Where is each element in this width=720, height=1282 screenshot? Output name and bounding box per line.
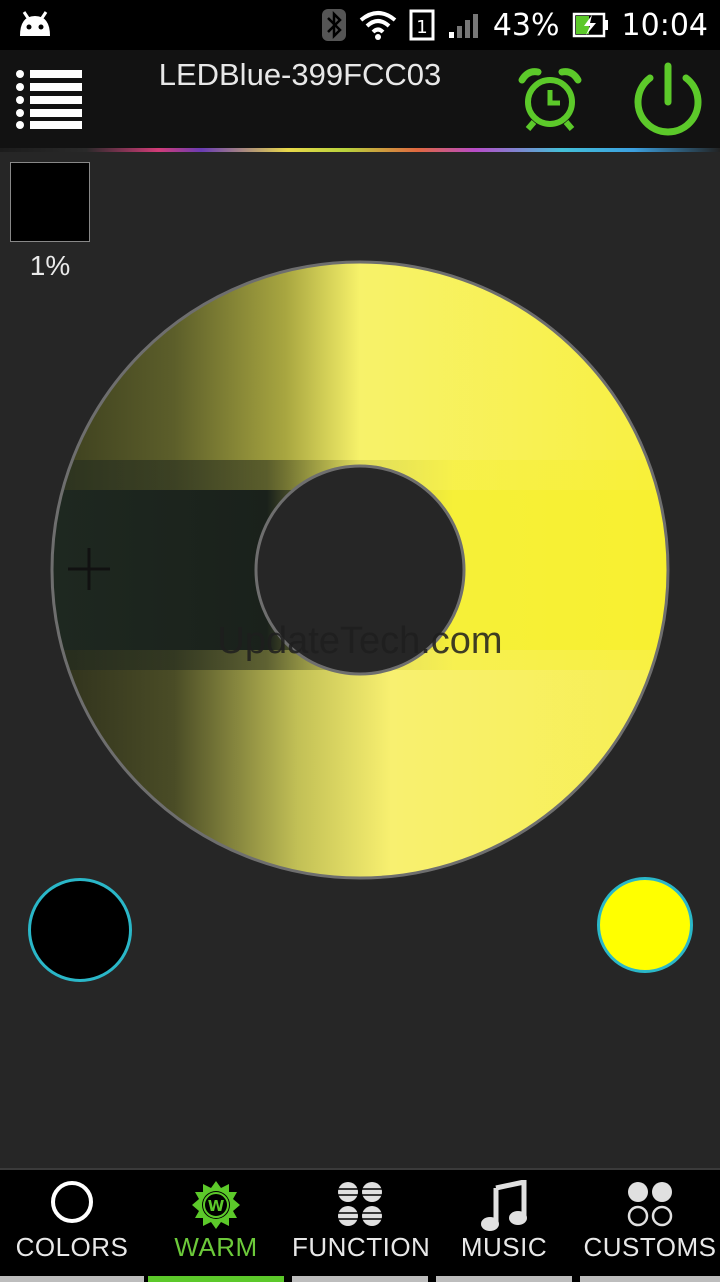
circle-outline-icon xyxy=(51,1181,93,1223)
tab-label: FUNCTION xyxy=(292,1232,431,1262)
warm-white-preset-button[interactable] xyxy=(597,877,693,973)
warm-color-wheel[interactable] xyxy=(50,260,670,880)
power-button-icon[interactable] xyxy=(630,62,706,140)
bluetooth-icon xyxy=(321,9,346,41)
tab-indicator xyxy=(0,1276,144,1282)
wheel-selector-crosshair[interactable] xyxy=(68,548,110,590)
customs-circles-icon xyxy=(627,1182,673,1227)
cold-white-preset-button[interactable] xyxy=(28,878,132,982)
device-title: LEDBlue-399FCC03 xyxy=(158,57,442,92)
app-bar: LEDBlue-399FCC03 xyxy=(0,50,720,148)
tab-warm[interactable]: W WARM xyxy=(148,1170,284,1282)
music-note-icon xyxy=(481,1180,527,1231)
color-strip-divider xyxy=(0,148,720,152)
watermark-text: UpdateTech.com xyxy=(217,620,503,662)
tab-indicator xyxy=(148,1276,284,1282)
signal-icon xyxy=(448,14,478,38)
status-bar: 1 43% 10:04 xyxy=(0,0,720,50)
tab-function[interactable]: FUNCTION xyxy=(292,1170,431,1282)
battery-charging-icon xyxy=(572,12,608,38)
tab-indicator xyxy=(580,1276,720,1282)
warm-sun-w-icon: W xyxy=(192,1181,240,1229)
tab-label: WARM xyxy=(174,1232,258,1262)
bottom-tab-bar: COLORS W WARM FUNCTION MUSIC CUSTOMS xyxy=(0,1168,720,1282)
clock: 10:04 xyxy=(621,7,708,43)
tab-label: CUSTOMS xyxy=(583,1232,717,1262)
tab-customs[interactable]: CUSTOMS xyxy=(580,1170,720,1282)
android-icon xyxy=(20,11,50,36)
battery-percent: 43% xyxy=(492,7,560,43)
current-color-swatch xyxy=(10,162,90,242)
tab-colors[interactable]: COLORS xyxy=(0,1170,144,1282)
function-dots-icon xyxy=(336,1182,384,1226)
list-menu-icon[interactable] xyxy=(14,68,84,130)
alarm-clock-icon[interactable] xyxy=(516,66,584,132)
tab-label: MUSIC xyxy=(460,1232,548,1262)
sim-slot-number: 1 xyxy=(416,17,427,38)
svg-text:W: W xyxy=(208,1197,225,1215)
wifi-icon xyxy=(359,11,397,40)
tab-music[interactable]: MUSIC xyxy=(436,1170,572,1282)
tab-indicator xyxy=(292,1276,428,1282)
sim-card-icon: 1 xyxy=(409,9,435,41)
tab-label: COLORS xyxy=(15,1232,129,1262)
tab-indicator xyxy=(436,1276,572,1282)
